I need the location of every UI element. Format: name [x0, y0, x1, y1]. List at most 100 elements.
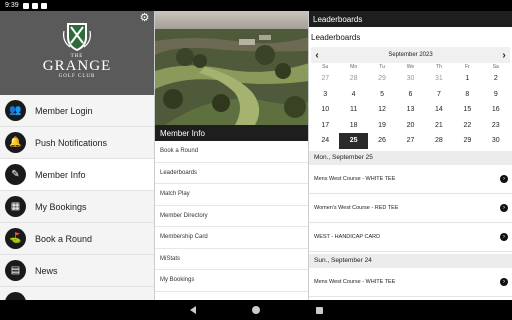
weekday-label: Th: [436, 64, 442, 70]
calendar-day[interactable]: 14: [425, 102, 453, 118]
weekday-label: Fr: [464, 64, 470, 70]
chevron-right-icon: ›: [500, 277, 508, 286]
menu-item-member-directory[interactable]: Member Directory: [155, 206, 308, 227]
notification-icons: [22, 2, 47, 9]
calendar-day[interactable]: 31: [425, 71, 453, 87]
calendar-day[interactable]: 30: [396, 71, 424, 87]
recent-apps-icon[interactable]: [315, 306, 323, 314]
sidebar-item-member-info[interactable]: ✎ Member Info: [0, 159, 154, 191]
event-label: WEST - HANDICAP CARD: [314, 233, 381, 240]
calendar-day[interactable]: 21: [425, 118, 453, 134]
sidebar-item-label: Book a Round: [35, 233, 93, 244]
calendar-day[interactable]: 12: [368, 102, 396, 118]
calendar-day[interactable]: 30: [482, 133, 510, 149]
weekday-label: Tu: [379, 64, 385, 70]
back-icon[interactable]: [189, 306, 196, 314]
calendar: ‹ September 2023 › Su Mo Tu We Th Fr Sa …: [309, 47, 512, 149]
gear-icon[interactable]: ⚙: [139, 13, 150, 24]
sidebar-item-news[interactable]: ▤ News: [0, 255, 154, 287]
next-month-button[interactable]: ›: [498, 50, 510, 61]
calendar-day[interactable]: 25: [339, 133, 368, 149]
calendar-day[interactable]: 29: [368, 71, 396, 87]
calendar-day[interactable]: 18: [339, 118, 367, 134]
users-icon: 👥: [5, 100, 26, 121]
calendar-day[interactable]: 10: [311, 102, 339, 118]
leaderboard-event[interactable]: WEST - HANDICAP CARD ›: [309, 223, 512, 252]
leaderboard-event[interactable]: Mens West Course - WHITE TEE ›: [309, 268, 512, 297]
calendar-icon: ▦: [5, 196, 26, 217]
more-icon: •: [5, 292, 26, 300]
member-info-panel: Member Info Book a Round Leaderboards Ma…: [154, 11, 308, 300]
calendar-day[interactable]: 29: [453, 133, 481, 149]
weekday-label: Sa: [492, 64, 499, 70]
menu-item-my-bookings[interactable]: My Bookings: [155, 270, 308, 292]
calendar-day[interactable]: 3: [311, 87, 339, 103]
menu-item-membership-card[interactable]: Membership Card: [155, 227, 308, 249]
brand-line-grange: GRANGE: [42, 58, 112, 74]
calendar-day[interactable]: 9: [482, 87, 510, 103]
sidebar-item-more[interactable]: •: [0, 287, 154, 300]
edit-icon: ✎: [5, 164, 26, 185]
menu-item-leaderboards[interactable]: Leaderboards: [155, 163, 308, 184]
leaderboards-title: Leaderboards: [309, 11, 512, 27]
sidebar-item-push-notifications[interactable]: 🔔 Push Notifications: [0, 127, 154, 159]
menu-item-match-play[interactable]: Match Play: [155, 184, 308, 206]
calendar-day[interactable]: 26: [368, 133, 396, 149]
calendar-day[interactable]: 6: [396, 87, 424, 103]
brand-line-golf-club: GOLF CLUB: [58, 74, 96, 79]
navigation-drawer: ⚙ THE GRANGE GOLF CLUB 👥 Member Login 🔔 …: [0, 11, 154, 300]
sidebar-item-label: News: [35, 265, 58, 276]
calendar-day[interactable]: 1: [453, 71, 481, 87]
club-crest-logo: [63, 23, 91, 51]
calendar-day[interactable]: 4: [339, 87, 367, 103]
calendar-day[interactable]: 11: [339, 102, 367, 118]
sidebar-item-label: Member Login: [35, 105, 93, 116]
sidebar-item-my-bookings[interactable]: ▦ My Bookings: [0, 191, 154, 223]
calendar-day[interactable]: 2: [482, 71, 510, 87]
calendar-day[interactable]: 15: [453, 102, 481, 118]
menu-item-mistats[interactable]: MiStats: [155, 249, 308, 270]
sidebar-item-label: My Bookings: [35, 201, 87, 212]
sidebar-item-member-login[interactable]: 👥 Member Login: [0, 95, 154, 127]
status-time: 9:39: [5, 2, 19, 9]
chevron-right-icon: ›: [500, 203, 508, 212]
golfer-icon: ⛳: [5, 228, 26, 249]
chevron-right-icon: ›: [500, 232, 508, 241]
bell-icon: 🔔: [5, 132, 26, 153]
calendar-day[interactable]: 22: [453, 118, 481, 134]
calendar-day[interactable]: 27: [396, 133, 424, 149]
weekday-row: Su Mo Tu We Th Fr Sa: [311, 63, 510, 71]
sidebar-item-book-a-round[interactable]: ⛳ Book a Round: [0, 223, 154, 255]
calendar-day[interactable]: 28: [339, 71, 367, 87]
date-section-header: Mon., September 25: [309, 150, 512, 165]
calendar-day[interactable]: 23: [482, 118, 510, 134]
weekday-label: We: [406, 64, 415, 70]
calendar-header: ‹ September 2023 ›: [311, 47, 510, 63]
leaderboard-event[interactable]: Mens West Course - WHITE TEE ›: [309, 165, 512, 194]
calendar-day[interactable]: 24: [311, 133, 339, 149]
calendar-day[interactable]: 19: [368, 118, 396, 134]
calendar-day[interactable]: 7: [425, 87, 453, 103]
calendar-day[interactable]: 8: [453, 87, 481, 103]
newspaper-icon: ▤: [5, 260, 26, 281]
event-label: Mens West Course - WHITE TEE: [314, 278, 396, 285]
calendar-day[interactable]: 20: [396, 118, 424, 134]
calendar-day[interactable]: 5: [368, 87, 396, 103]
event-label: Women's West Course - RED TEE: [314, 204, 399, 211]
calendar-day[interactable]: 13: [396, 102, 424, 118]
system-navigation-bar: [0, 300, 512, 320]
calendar-day[interactable]: 28: [425, 133, 453, 149]
home-icon[interactable]: [251, 306, 260, 314]
chevron-right-icon: ›: [500, 174, 508, 183]
weekday-label: Su: [322, 64, 329, 70]
status-bar: 9:39: [0, 0, 512, 300]
calendar-day[interactable]: 16: [482, 102, 510, 118]
calendar-day[interactable]: 27: [311, 71, 339, 87]
leaderboards-subtitle: Leaderboards: [311, 32, 361, 42]
menu-item-book-a-round[interactable]: Book a Round: [155, 141, 308, 163]
calendar-day[interactable]: 17: [311, 118, 339, 134]
leaderboards-panel: Leaderboards Leaderboards ‹ September 20…: [308, 11, 512, 300]
sidebar-item-label: Member Info: [35, 169, 86, 180]
previous-month-button[interactable]: ‹: [311, 50, 323, 61]
leaderboard-event[interactable]: Women's West Course - RED TEE ›: [309, 194, 512, 223]
